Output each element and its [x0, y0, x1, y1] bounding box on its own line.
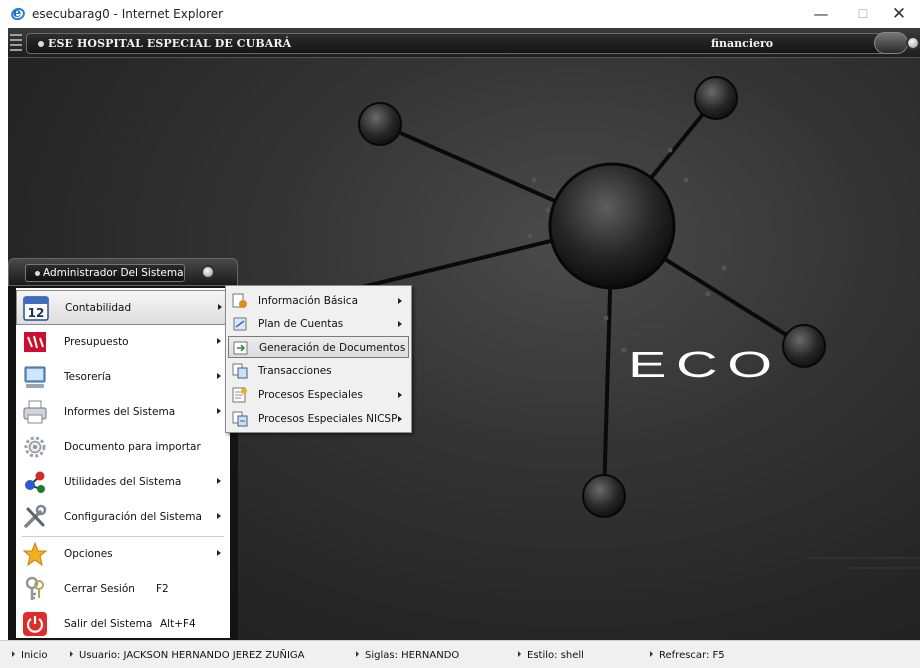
molecule-icon	[25, 471, 45, 493]
calendar-icon: 12	[23, 296, 49, 321]
minimize-button[interactable]: —	[798, 0, 844, 28]
menu-item-presupuesto[interactable]: Presupuesto	[16, 325, 230, 360]
internet-explorer-icon: e	[9, 5, 27, 23]
special-process-icon	[232, 387, 247, 403]
status-bar: Inicio Usuario: JACKSON HERNANDO JEREZ Z…	[0, 640, 920, 668]
printer-icon	[23, 400, 47, 424]
module-name: financiero	[711, 37, 774, 50]
panel-knob-button[interactable]	[201, 265, 215, 279]
status-estilo: Estilo: shell	[518, 650, 584, 661]
submenu-item-procesos-especiales[interactable]: Procesos Especiales	[228, 384, 409, 406]
triangle-bullet-icon	[356, 651, 359, 657]
triangle-bullet-icon	[12, 651, 15, 657]
menu-grip-icon[interactable]	[10, 34, 22, 52]
info-doc-icon	[232, 293, 247, 308]
power-icon	[23, 612, 47, 636]
triangle-bullet-icon	[518, 651, 521, 657]
status-siglas: Siglas: HERNANDO	[356, 650, 459, 661]
close-button[interactable]: ✕	[876, 0, 920, 28]
submenu-arrow-icon	[217, 373, 221, 379]
shortcut-label: Alt+F4	[160, 618, 196, 630]
keys-icon	[25, 576, 44, 600]
submenu-arrow-icon	[398, 416, 402, 422]
submenu-arrow-icon	[217, 478, 221, 484]
window-title: esecubarag0 - Internet Explorer	[32, 7, 224, 21]
header-cap-decoration	[874, 32, 908, 54]
submenu-arrow-icon	[398, 321, 402, 327]
app-header: ESE HOSPITAL ESPECIAL DE CUBARÁ financie…	[8, 28, 920, 58]
star-icon	[22, 541, 48, 567]
submenu-arrow-icon	[398, 298, 402, 304]
menu-item-configuracion[interactable]: Configuración del Sistema	[16, 500, 230, 535]
main-menu: 12 Contabilidad Presupuesto Tesorería In…	[16, 288, 230, 638]
eco-logo: ECO	[628, 344, 782, 385]
generate-docs-icon	[233, 341, 248, 355]
menu-item-utilidades[interactable]: Utilidades del Sistema	[16, 465, 230, 500]
submenu-arrow-icon	[217, 513, 221, 519]
status-usuario: Usuario: JACKSON HERNANDO JEREZ ZUÑIGA	[70, 650, 305, 661]
panel-title: Administrador Del Sistema	[43, 267, 184, 279]
submenu-item-procesos-nicsp[interactable]: Procesos Especiales NICSP	[228, 408, 409, 430]
panel-bullet-icon	[35, 271, 40, 276]
submenu-arrow-icon	[217, 338, 221, 344]
accounts-plan-icon	[233, 317, 247, 331]
submenu-item-generacion-documentos[interactable]: Generación de Documentos	[228, 336, 409, 358]
panel-header: Administrador Del Sistema	[8, 258, 238, 286]
submenu-arrow-icon	[218, 304, 222, 310]
gear-icon	[24, 436, 46, 458]
submenu-arrow-icon	[217, 550, 221, 556]
browser-titlebar: e esecubarag0 - Internet Explorer — ☐ ✕	[0, 0, 920, 28]
submenu-item-plan-cuentas[interactable]: Plan de Cuentas	[228, 313, 409, 335]
header-bullet-icon	[38, 41, 44, 47]
submenu-item-informacion-basica[interactable]: Información Básica	[228, 290, 409, 312]
budget-icon	[24, 332, 46, 352]
menu-item-contabilidad[interactable]: 12 Contabilidad	[16, 290, 230, 325]
submenu-arrow-icon	[217, 408, 221, 414]
transactions-icon	[232, 363, 248, 379]
main-menu-panel: Administrador Del Sistema 12 Contabilida…	[8, 258, 238, 642]
nicsp-process-icon	[232, 411, 248, 427]
status-refrescar[interactable]: Refrescar: F5	[650, 650, 725, 661]
svg-text:12: 12	[28, 306, 45, 320]
menu-item-opciones[interactable]: Opciones	[16, 537, 230, 572]
header-knob-button[interactable]	[906, 36, 920, 50]
menu-item-tesoreria[interactable]: Tesorería	[16, 360, 230, 395]
menu-item-salir[interactable]: Salir del Sistema Alt+F4	[16, 607, 230, 642]
monitor-icon	[24, 366, 46, 388]
submenu-arrow-icon	[398, 392, 402, 398]
contabilidad-submenu: Información Básica Plan de Cuentas Gener…	[225, 285, 412, 433]
triangle-bullet-icon	[70, 651, 73, 657]
menu-item-documento-importar[interactable]: Documento para importar	[16, 430, 230, 465]
institution-title: ESE HOSPITAL ESPECIAL DE CUBARÁ	[48, 37, 292, 50]
status-inicio[interactable]: Inicio	[12, 650, 47, 661]
triangle-bullet-icon	[650, 651, 653, 657]
menu-item-informes[interactable]: Informes del Sistema	[16, 395, 230, 430]
submenu-item-transacciones[interactable]: Transacciones	[228, 360, 409, 382]
menu-item-cerrar-sesion[interactable]: Cerrar Sesión F2	[16, 572, 230, 607]
tools-icon	[24, 504, 47, 528]
shortcut-label: F2	[156, 583, 169, 595]
